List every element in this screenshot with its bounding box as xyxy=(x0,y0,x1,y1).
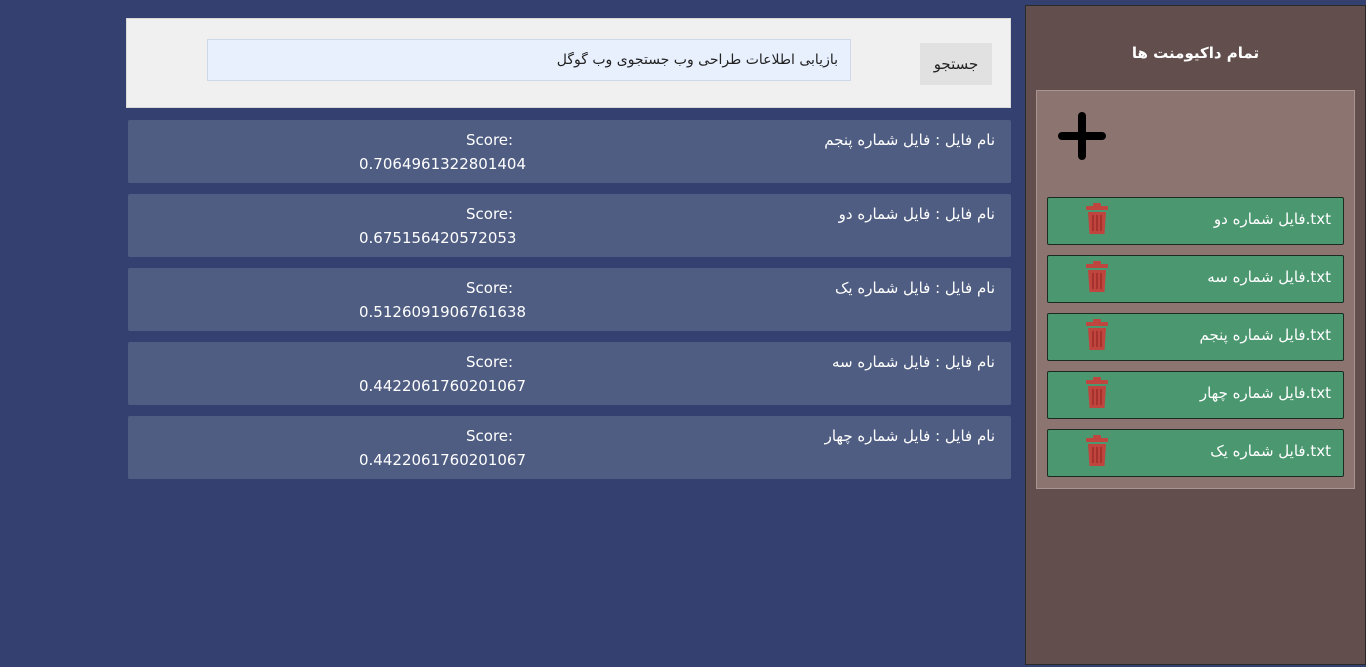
result-file-name: نام فایل : فایل شماره دو xyxy=(838,205,995,223)
sidebar-title: تمام داکیومنت ها xyxy=(1131,44,1260,62)
trash-icon-graphic xyxy=(1086,261,1108,292)
plus-icon xyxy=(1058,112,1106,160)
result-score-value: 0.7064961322801404 xyxy=(359,155,527,173)
document-label: فایل شماره پنجم.txt xyxy=(1199,326,1331,344)
result-score-value: 0.5126091906761638 xyxy=(359,303,527,321)
search-button[interactable]: جستجو xyxy=(920,43,992,85)
trash-icon[interactable] xyxy=(1086,377,1108,409)
result-card: نام فایل : فایل شماره دو Score: 0.675156… xyxy=(128,194,1011,257)
result-score-label: Score: xyxy=(466,279,514,297)
trash-icon-graphic xyxy=(1086,435,1108,466)
result-score-label: Score: xyxy=(466,427,514,445)
trash-icon[interactable] xyxy=(1086,261,1108,293)
search-panel: جستجو xyxy=(126,18,1011,108)
search-input[interactable] xyxy=(207,39,851,81)
page: جستجو نام فایل : فایل شماره پنجم Score: … xyxy=(0,0,1366,667)
result-score-label: Score: xyxy=(466,131,514,149)
result-card: نام فایل : فایل شماره یک Score: 0.512609… xyxy=(128,268,1011,331)
trash-icon[interactable] xyxy=(1086,203,1108,235)
document-item[interactable]: فایل شماره دو.txt xyxy=(1047,197,1344,245)
document-item[interactable]: فایل شماره یک.txt xyxy=(1047,429,1344,477)
document-label: فایل شماره سه.txt xyxy=(1207,268,1331,286)
result-card: نام فایل : فایل شماره سه Score: 0.442206… xyxy=(128,342,1011,405)
document-label: فایل شماره چهار.txt xyxy=(1199,384,1331,402)
trash-icon[interactable] xyxy=(1086,319,1108,351)
trash-icon-graphic xyxy=(1086,203,1108,234)
documents-panel: فایل شماره دو.txt فایل شماره سه.txt فایل… xyxy=(1036,90,1355,489)
add-document-button[interactable] xyxy=(1055,109,1109,163)
result-score-value: 0.4422061760201067 xyxy=(359,377,527,395)
result-score-value: 0.675156420572053 xyxy=(359,229,517,247)
document-label: فایل شماره یک.txt xyxy=(1210,442,1331,460)
result-file-name: نام فایل : فایل شماره چهار xyxy=(824,427,995,445)
result-file-name: نام فایل : فایل شماره پنجم xyxy=(824,131,995,149)
result-card: نام فایل : فایل شماره چهار Score: 0.4422… xyxy=(128,416,1011,479)
result-score-label: Score: xyxy=(466,205,514,223)
trash-icon-graphic xyxy=(1086,319,1108,350)
result-score-label: Score: xyxy=(466,353,514,371)
trash-icon-graphic xyxy=(1086,377,1108,408)
documents-sidebar: تمام داکیومنت ها فایل شماره دو.txt فایل … xyxy=(1025,5,1366,665)
result-score-value: 0.4422061760201067 xyxy=(359,451,527,469)
result-card: نام فایل : فایل شماره پنجم Score: 0.7064… xyxy=(128,120,1011,183)
document-item[interactable]: فایل شماره پنجم.txt xyxy=(1047,313,1344,361)
result-file-name: نام فایل : فایل شماره سه xyxy=(831,353,995,371)
document-item[interactable]: فایل شماره چهار.txt xyxy=(1047,371,1344,419)
result-file-name: نام فایل : فایل شماره یک xyxy=(835,279,995,297)
document-label: فایل شماره دو.txt xyxy=(1213,210,1331,228)
document-item[interactable]: فایل شماره سه.txt xyxy=(1047,255,1344,303)
trash-icon[interactable] xyxy=(1086,435,1108,467)
results-list: نام فایل : فایل شماره پنجم Score: 0.7064… xyxy=(128,120,1011,490)
